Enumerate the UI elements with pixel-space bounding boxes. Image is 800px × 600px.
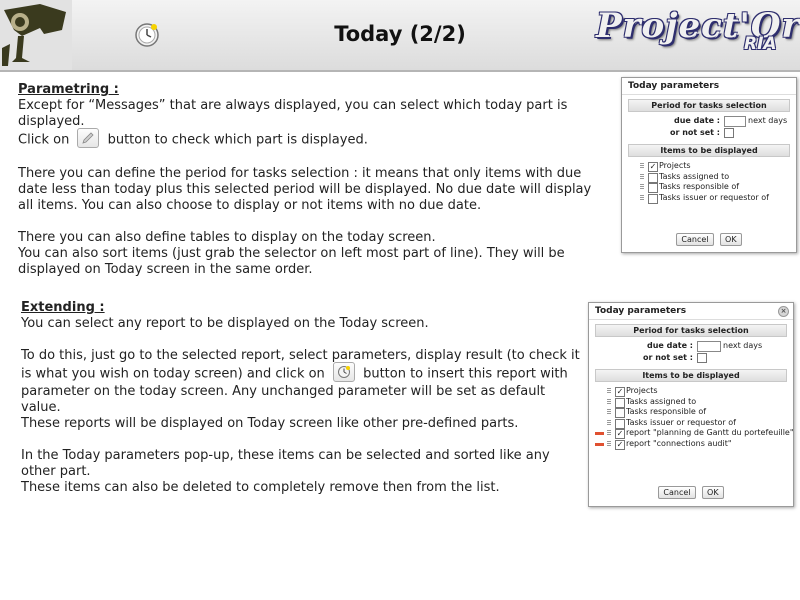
parametring-p1: Except for “Messages” that are always di… xyxy=(18,98,568,129)
ok-button[interactable]: OK xyxy=(702,486,724,499)
item-label: report "planning de Gantt du portefeuill… xyxy=(626,428,794,437)
item-label: Tasks responsible of xyxy=(626,407,707,416)
item-label: Tasks responsible of xyxy=(659,182,740,191)
due-date-label: due date : xyxy=(647,341,693,350)
extending-text-4: In the Today parameters pop-up, these it… xyxy=(21,448,581,496)
list-item[interactable]: Tasks responsible of xyxy=(595,407,787,418)
dialog-title: Today parameters xyxy=(622,78,796,95)
dialog-title: Today parameters × xyxy=(589,303,793,320)
due-date-row: due date : next days xyxy=(622,115,796,127)
extending-heading: Extending : xyxy=(21,300,105,315)
not-set-label: or not set : xyxy=(669,128,720,137)
drag-handle-icon[interactable] xyxy=(640,173,644,180)
due-date-input[interactable] xyxy=(697,341,721,352)
extending-p5: These items can also be deleted to compl… xyxy=(21,480,500,495)
items-section-header: Items to be displayed xyxy=(628,144,790,157)
items-section-header: Items to be displayed xyxy=(595,369,787,382)
parametring-heading: Parametring : xyxy=(18,82,119,97)
item-label: Tasks issuer or requestor of xyxy=(626,417,736,427)
parametring-p2-after: button to check which part is displayed. xyxy=(107,132,368,148)
item-checkbox[interactable]: ✓ xyxy=(615,387,625,397)
edit-parameters-icon[interactable] xyxy=(77,128,100,148)
item-checkbox[interactable] xyxy=(648,183,658,193)
parametring-text-3: There you can define the period for task… xyxy=(18,166,592,213)
brand-logo: Project'Or RIA xyxy=(596,6,799,64)
item-checkbox[interactable] xyxy=(615,408,625,418)
due-date-label: due date : xyxy=(674,116,720,125)
dialog-buttons: Cancel OK xyxy=(622,233,796,246)
drag-handle-icon[interactable] xyxy=(607,440,611,447)
remove-item-icon[interactable] xyxy=(595,442,604,446)
drag-handle-icon[interactable] xyxy=(607,398,611,405)
due-date-row: due date : next days xyxy=(589,340,793,352)
not-set-checkbox[interactable] xyxy=(697,353,707,363)
cancel-button[interactable]: Cancel xyxy=(676,233,714,246)
list-item[interactable]: Tasks assigned to xyxy=(628,172,790,183)
parametring-p5: You can also sort items (just grab the s… xyxy=(18,246,565,277)
list-item[interactable]: ✓ Projects xyxy=(595,386,787,397)
parametring-text-1: Except for “Messages” that are always di… xyxy=(18,98,610,150)
item-label: Projects xyxy=(659,161,691,170)
period-section-header: Period for tasks selection xyxy=(628,99,790,112)
item-label: Tasks assigned to xyxy=(626,396,697,406)
drag-handle-icon[interactable] xyxy=(640,194,644,201)
drag-handle-icon[interactable] xyxy=(607,430,611,436)
due-date-input[interactable] xyxy=(724,116,746,127)
dialog-title-text: Today parameters xyxy=(595,306,687,316)
not-set-checkbox[interactable] xyxy=(724,128,734,138)
drag-handle-icon[interactable] xyxy=(607,419,611,426)
remove-item-icon[interactable] xyxy=(595,432,604,435)
list-item[interactable]: ✓ report "connections audit" xyxy=(595,439,787,450)
drag-handle-icon[interactable] xyxy=(607,409,611,415)
parametring-p4: There you can also define tables to disp… xyxy=(18,230,436,245)
add-to-today-icon[interactable] xyxy=(332,362,355,382)
extending-p4: In the Today parameters pop-up, these it… xyxy=(21,448,550,479)
item-label: Projects xyxy=(626,386,658,395)
list-item[interactable]: Tasks responsible of xyxy=(628,182,790,193)
drag-handle-icon[interactable] xyxy=(640,184,644,190)
not-set-row: or not set : xyxy=(622,127,796,139)
item-checkbox[interactable] xyxy=(648,172,658,183)
list-item[interactable]: Tasks issuer or requestor of xyxy=(595,418,787,429)
item-checkbox[interactable] xyxy=(648,193,658,204)
parametring-p2-before: Click on xyxy=(18,132,70,148)
not-set-row: or not set : xyxy=(589,352,793,364)
item-checkbox[interactable]: ✓ xyxy=(648,162,658,172)
ok-button[interactable]: OK xyxy=(720,233,742,246)
period-section-header: Period for tasks selection xyxy=(595,324,787,337)
next-days-label: next days xyxy=(723,341,763,350)
not-set-label: or not set : xyxy=(642,353,693,362)
item-label: Tasks assigned to xyxy=(659,171,730,181)
parametring-section: Parametring : Except for “Messages” that… xyxy=(18,82,610,278)
cancel-button[interactable]: Cancel xyxy=(658,486,696,499)
item-checkbox[interactable]: ✓ xyxy=(615,439,625,450)
header-bar: Today (2/2) Project'Or RIA xyxy=(0,0,800,72)
today-parameters-dialog-extended: Today parameters × Period for tasks sele… xyxy=(588,302,794,507)
parametring-text-4: There you can also define tables to disp… xyxy=(18,230,610,278)
drag-handle-icon[interactable] xyxy=(607,388,611,394)
items-list: ✓ Projects Tasks assigned to Tasks responsi… xyxy=(628,161,790,204)
list-item[interactable]: Tasks assigned to xyxy=(595,397,787,408)
drag-handle-icon[interactable] xyxy=(640,163,644,169)
list-item[interactable]: ✓ report "planning de Gantt du portefeuil… xyxy=(595,428,794,439)
item-label: report "connections audit" xyxy=(626,438,732,448)
extending-p3: These reports will be displayed on Today… xyxy=(21,416,519,431)
list-item[interactable]: ✓ Projects xyxy=(628,161,790,172)
today-parameters-dialog: Today parameters Period for tasks select… xyxy=(621,77,797,253)
brand-suffix: RIA xyxy=(744,34,777,54)
items-list: ✓ Projects Tasks assigned to Tasks responsi… xyxy=(595,386,794,450)
close-icon[interactable]: × xyxy=(778,306,789,317)
next-days-label: next days xyxy=(748,116,788,125)
extending-text-2: To do this, just go to the selected repo… xyxy=(21,348,581,432)
item-checkbox[interactable] xyxy=(615,397,625,408)
item-label: Tasks issuer or requestor of xyxy=(659,192,769,202)
extending-text-1: You can select any report to be displaye… xyxy=(21,316,429,331)
dialog-buttons: Cancel OK xyxy=(589,486,793,499)
dialog-title-text: Today parameters xyxy=(628,81,720,91)
item-checkbox[interactable]: ✓ xyxy=(615,429,625,439)
item-checkbox[interactable] xyxy=(615,418,625,429)
list-item[interactable]: Tasks issuer or requestor of xyxy=(628,193,790,204)
extending-section: Extending : You can select any report to… xyxy=(21,300,581,496)
